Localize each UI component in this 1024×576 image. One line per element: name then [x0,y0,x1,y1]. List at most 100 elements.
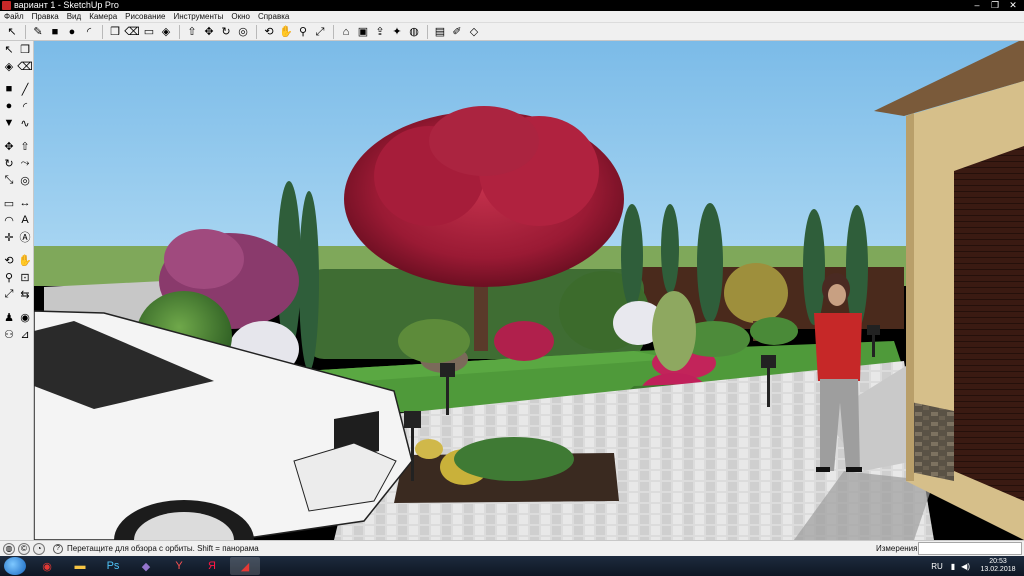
protractor-icon[interactable]: ◠ [1,212,17,228]
tape-measure-icon[interactable]: ▭ [1,195,17,211]
section-plane-icon[interactable]: ⊿ [17,326,33,342]
look-around-icon[interactable]: ◉ [17,309,33,325]
visual-studio-taskbar-icon[interactable]: ◆ [131,557,161,575]
style-builder-icon[interactable]: ✐ [449,24,465,40]
follow-me-icon[interactable]: ⤳ [17,155,33,171]
move-icon[interactable]: ✥ [201,24,217,40]
text-icon[interactable]: A [17,212,33,228]
toolbar-separator [102,24,103,39]
components-icon[interactable]: ▣ [355,24,371,40]
eraser-icon[interactable]: ⌫ [17,58,33,74]
arc-icon[interactable]: ◜ [17,98,33,114]
push-pull-icon[interactable]: ⇧ [17,138,33,154]
menu-item-1[interactable]: Правка [28,11,63,23]
share-model-icon[interactable]: ⇪ [372,24,388,40]
pencil-icon[interactable]: ✎ [30,24,46,40]
rectangle-icon[interactable]: ■ [47,24,63,40]
menu-item-7[interactable]: Справка [254,11,293,23]
photoshop-taskbar-icon[interactable]: Ps [98,557,128,575]
previous-view-icon[interactable]: ⇆ [17,286,33,302]
palette-row: ✥ ⇧ [0,138,33,155]
rectangle-icon[interactable]: ■ [1,81,17,97]
account-status-icon[interactable]: ◔ [33,542,45,555]
select-icon[interactable]: ↖ [1,41,17,57]
freehand-icon[interactable]: ∿ [17,115,33,131]
credits-status-icon[interactable]: © [18,542,30,555]
menu-item-5[interactable]: Инструменты [169,11,227,23]
circle-icon[interactable]: ● [1,98,17,114]
rotate-icon[interactable]: ↻ [218,24,234,40]
palette-row: ↖ ❒ [0,41,33,58]
tool-palette: ↖ ❒ ◈ ⌫ ■ ╱ ● ◜ ▼ ∿ ✥ ⇧ ↻ ⤳ ⤡ ◎ ▭ ↔ ◠ A ✛ Ⓐ ⟲ ✋ ⚲ ⊡ ⤢ ⇆ ♟ ◉ ⚇ ⊿ [0,41,34,540]
scale-icon[interactable]: ⤡ [1,172,17,188]
dimension-icon[interactable]: ↔ [17,195,33,211]
measurements-field[interactable] [918,542,1022,555]
make-component-icon[interactable]: ❒ [17,41,33,57]
network-icon[interactable]: ▮ [951,562,955,571]
line-icon[interactable]: ╱ [17,81,33,97]
offset-icon[interactable]: ◎ [235,24,251,40]
close-button[interactable]: ✕ [1004,0,1022,11]
arc-icon[interactable]: ◜ [81,24,97,40]
menu-item-2[interactable]: Вид [63,11,85,23]
extensions-icon[interactable]: ✦ [389,24,405,40]
title-bar: вариант 1 - SketchUp Pro – ❐ ✕ [0,0,1024,11]
status-hint-text: Перетащите для обзора с орбиты. Shift = … [67,544,259,553]
polygon-icon[interactable]: ▼ [1,115,17,131]
chrome-taskbar-icon[interactable]: ◉ [32,557,62,575]
layout-icon[interactable]: ▤ [432,24,448,40]
palette-row: ● ◜ [0,98,33,115]
clock[interactable]: 20:53 13.02.2018 [976,558,1020,574]
status-bar: ◍ © ◔ ? Перетащите для обзора с орбиты. … [0,540,1024,556]
zoom-extents-icon[interactable]: ⤢ [1,286,17,302]
3d-text-icon[interactable]: Ⓐ [17,229,33,245]
minimize-button[interactable]: – [968,0,986,11]
start-button[interactable] [4,557,26,575]
move-icon[interactable]: ✥ [1,138,17,154]
yandex-taskbar-icon[interactable]: Я [197,557,227,575]
help-icon[interactable]: ? [53,543,63,554]
paint-bucket-icon[interactable]: ◈ [1,58,17,74]
maximize-button[interactable]: ❐ [986,0,1004,11]
select-icon[interactable]: ↖ [4,24,20,40]
push-pull-icon[interactable]: ⇧ [184,24,200,40]
eraser-icon[interactable]: ⌫ [124,24,140,40]
sketchup-app-icon [2,1,11,10]
palette-row: ⚇ ⊿ [0,326,33,343]
menu-item-0[interactable]: Файл [0,11,28,23]
volume-icon[interactable]: ◀) [961,562,970,571]
language-indicator[interactable]: RU [931,562,943,571]
menu-item-3[interactable]: Камера [85,11,121,23]
paint-bucket-icon[interactable]: ◈ [158,24,174,40]
orbit-icon[interactable]: ⟲ [261,24,277,40]
make-component-icon[interactable]: ❒ [107,24,123,40]
model-viewport[interactable] [34,41,1024,540]
pan-icon[interactable]: ✋ [17,252,33,268]
offset-icon[interactable]: ◎ [17,172,33,188]
clock-time: 20:53 [989,558,1007,565]
tape-measure-icon[interactable]: ▭ [141,24,157,40]
palette-row: ↻ ⤳ [0,155,33,172]
explorer-taskbar-icon[interactable]: ▬ [65,557,95,575]
pan-icon[interactable]: ✋ [278,24,294,40]
geolocation-icon[interactable]: ◍ [406,24,422,40]
topiary-tree [724,263,788,323]
warehouse-icon[interactable]: ⌂ [338,24,354,40]
geolocation-status-icon[interactable]: ◍ [3,542,15,555]
walk-icon[interactable]: ⚇ [1,326,17,342]
menu-item-4[interactable]: Рисование [121,11,169,23]
circle-icon[interactable]: ● [64,24,80,40]
rotate-icon[interactable]: ↻ [1,155,17,171]
orbit-icon[interactable]: ⟲ [1,252,17,268]
axes-icon[interactable]: ✛ [1,229,17,245]
sketchup-taskbar-icon[interactable]: ◢ [230,557,260,575]
zoom-icon[interactable]: ⚲ [1,269,17,285]
menu-item-6[interactable]: Окно [227,11,254,23]
yandex-browser-taskbar-icon[interactable]: Y [164,557,194,575]
zoom-icon[interactable]: ⚲ [295,24,311,40]
sandbox-icon[interactable]: ◇ [466,24,482,40]
zoom-window-icon[interactable]: ⊡ [17,269,33,285]
palette-row: ♟ ◉ [0,309,33,326]
position-camera-icon[interactable]: ♟ [1,309,17,325]
zoom-extents-icon[interactable]: ⤢ [312,24,328,40]
